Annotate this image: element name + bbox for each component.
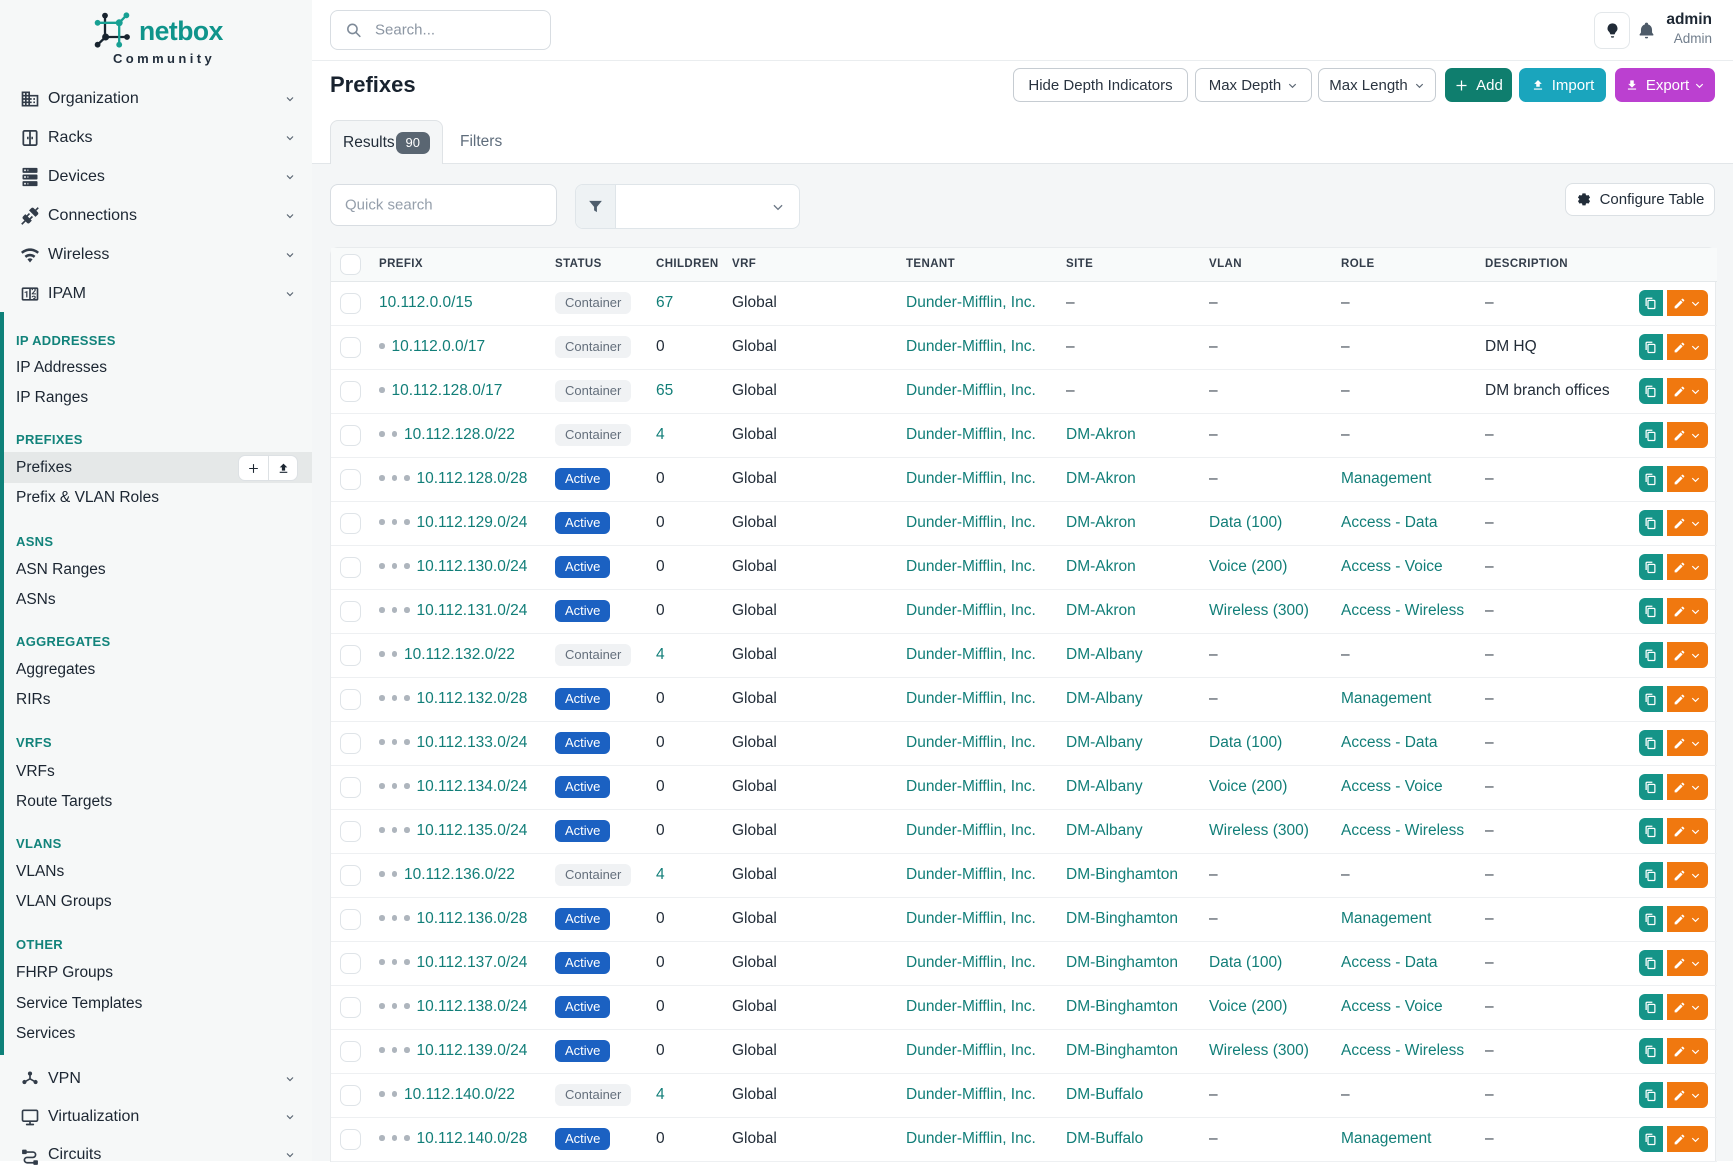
svg-text:netbox: netbox bbox=[139, 16, 224, 46]
svg-text:Community: Community bbox=[113, 51, 215, 66]
